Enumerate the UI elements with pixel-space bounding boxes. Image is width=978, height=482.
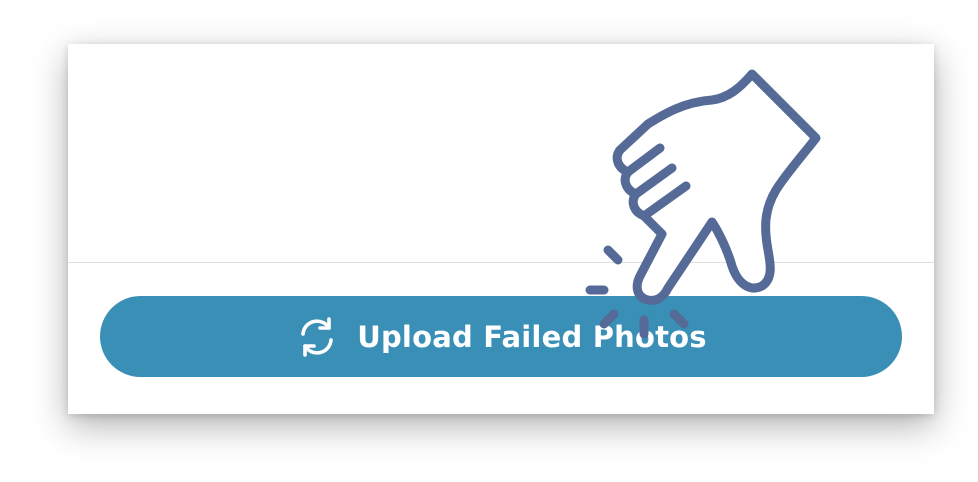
upload-button-label: Upload Failed Photos [357,319,707,354]
upload-failed-photos-button[interactable]: Upload Failed Photos [100,296,902,377]
screen: Upload Failed Photos [0,0,978,482]
divider [68,262,934,263]
refresh-icon [295,315,339,359]
dialog-card: Upload Failed Photos [68,44,934,414]
